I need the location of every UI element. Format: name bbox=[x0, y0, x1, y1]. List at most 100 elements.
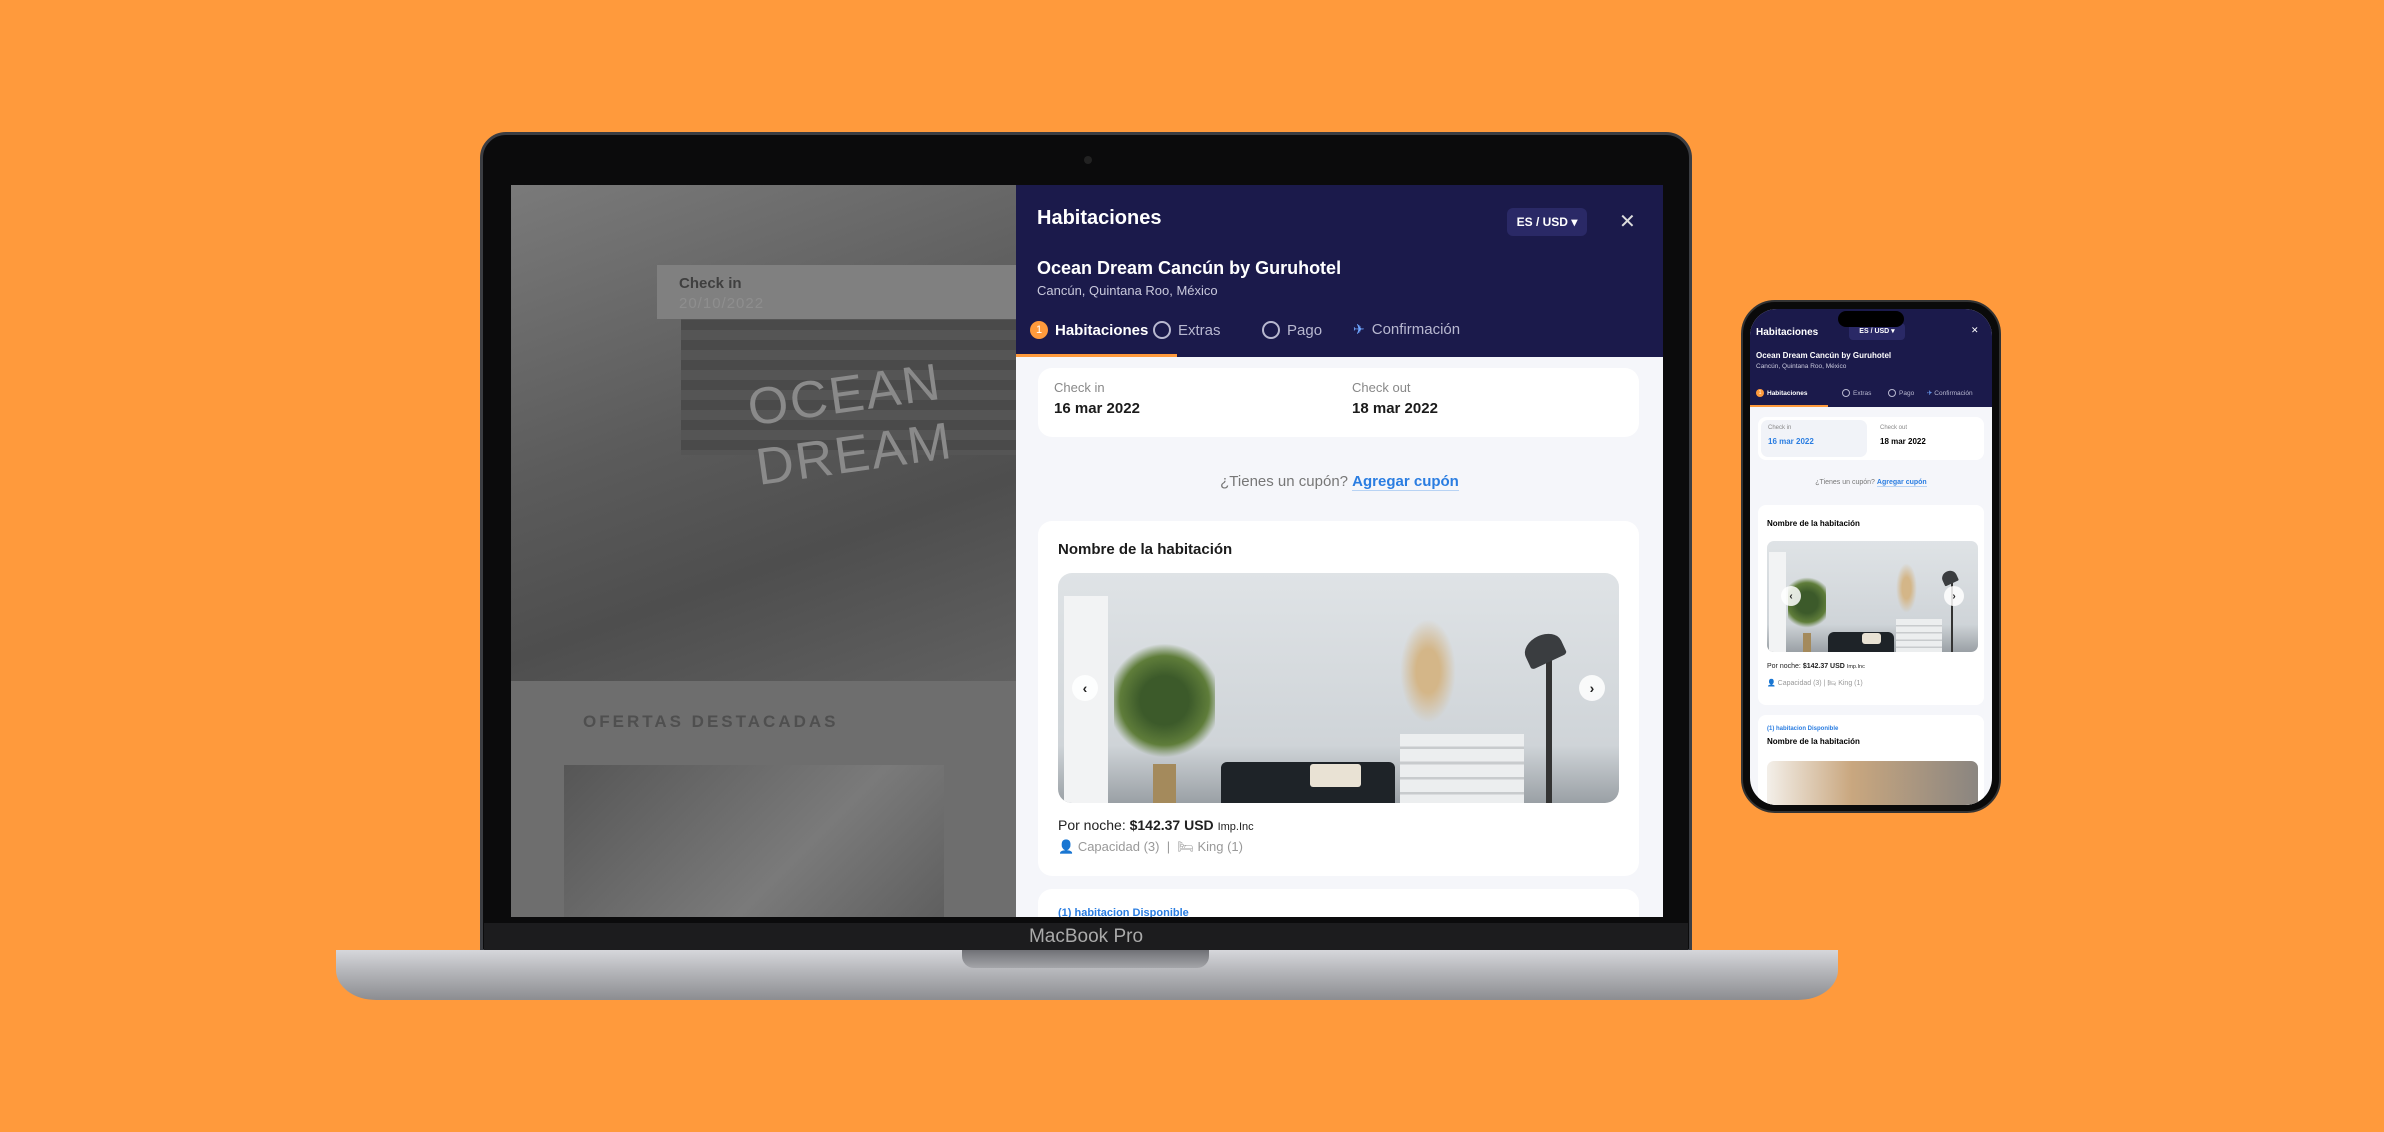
price-label: Por noche: bbox=[1767, 663, 1801, 670]
price-value: $142.37 USD bbox=[1802, 663, 1845, 670]
tab-label: Pago bbox=[1899, 389, 1915, 397]
room-image: ‹ › bbox=[1767, 541, 1978, 652]
offer-image bbox=[564, 765, 944, 917]
site-check-in-label: Check in bbox=[679, 275, 742, 292]
dates-card[interactable]: Check in 16 mar 2022 Check out 18 mar 20… bbox=[1038, 368, 1639, 437]
camera bbox=[1084, 156, 1092, 164]
circle-icon bbox=[1153, 321, 1171, 339]
room-price: Por noche: $142.37 USD Imp.Inc bbox=[1767, 663, 1865, 670]
room-image: ‹ › bbox=[1058, 573, 1619, 803]
room-meta: 👤 Capacidad (3) | 🛏 King (1) bbox=[1767, 680, 1863, 687]
hotel-location: Cancún, Quintana Roo, México bbox=[1037, 283, 1218, 298]
phone-hotel-name: Ocean Dream Cancún by Guruhotel bbox=[1756, 351, 1892, 360]
coupon-row: ¿Tienes un cupón? Agregar cupón bbox=[1016, 473, 1663, 491]
room-image bbox=[1767, 761, 1978, 805]
phone-dates-card[interactable]: Check in 16 mar 2022 Check out 18 mar 20… bbox=[1758, 417, 1984, 460]
tab-confirmacion[interactable]: ✈ Confirmación bbox=[1353, 321, 1460, 338]
check-out-label: Check out bbox=[1880, 425, 1908, 431]
phone-title: Habitaciones bbox=[1756, 327, 1819, 338]
availability: (1) habitacion Disponible bbox=[1058, 907, 1189, 917]
capacity: Capacidad (3) bbox=[1777, 680, 1822, 687]
tab-label: Pago bbox=[1287, 321, 1323, 339]
close-icon[interactable]: ✕ bbox=[1619, 209, 1636, 234]
step-number: 1 bbox=[1756, 389, 1764, 397]
bed-icon: 🛏 bbox=[1177, 839, 1194, 854]
tab-label: Confirmación bbox=[1934, 390, 1973, 397]
tab-label: Extras bbox=[1178, 321, 1221, 339]
tab-label: Confirmación bbox=[1371, 321, 1461, 338]
tab-habitaciones[interactable]: 1 Habitaciones bbox=[1756, 389, 1807, 397]
panel-header: Habitaciones ES / USD ▾ ✕ Ocean Dream Ca… bbox=[1016, 185, 1663, 357]
room-name: Nombre de la habitación bbox=[1767, 737, 1860, 746]
person-icon: 👤 bbox=[1058, 839, 1075, 854]
dynamic-island bbox=[1838, 311, 1904, 327]
caret-down-icon: ▾ bbox=[1571, 215, 1578, 229]
laptop-screen: OCEAN DREAM Check in 20/10/2022 OFERTAS … bbox=[511, 185, 1663, 917]
room-name: Nombre de la habitación bbox=[1767, 519, 1860, 528]
phone-room-card: (1) habitacion Disponible Nombre de la h… bbox=[1758, 715, 1984, 805]
circle-icon bbox=[1262, 321, 1280, 339]
active-tab-indicator bbox=[1016, 354, 1177, 357]
price-label: Por noche: bbox=[1058, 817, 1126, 833]
hotel-name: Ocean Dream Cancún by Guruhotel bbox=[1037, 258, 1342, 278]
tab-confirmacion[interactable]: ✈ Confirmación bbox=[1927, 389, 1973, 397]
room-name: Nombre de la habitación bbox=[1058, 541, 1233, 558]
phone-screen: Habitaciones ES / USD ▾ ✕ Ocean Dream Ca… bbox=[1750, 309, 1992, 805]
room-card: Nombre de la habitación ‹ › Por noche: $… bbox=[1038, 521, 1639, 876]
laptop-notch bbox=[962, 950, 1209, 968]
add-coupon-link[interactable]: Agregar cupón bbox=[1876, 479, 1927, 487]
chevron-right-icon[interactable]: › bbox=[1579, 675, 1605, 701]
language-currency-selector[interactable]: ES / USD ▾ bbox=[1507, 208, 1587, 236]
site-check-in-value: 20/10/2022 bbox=[679, 295, 765, 312]
close-icon[interactable]: ✕ bbox=[1971, 325, 1979, 336]
active-tab-indicator bbox=[1750, 405, 1828, 407]
room-card: (1) habitacion Disponible bbox=[1038, 889, 1639, 917]
panel-title: Habitaciones bbox=[1037, 207, 1162, 229]
language-currency-label: ES / USD bbox=[1516, 215, 1568, 229]
tab-pago[interactable]: Pago bbox=[1888, 389, 1914, 397]
plane-icon: ✈ bbox=[1927, 390, 1933, 397]
add-coupon-link[interactable]: Agregar cupón bbox=[1352, 473, 1459, 491]
tab-extras[interactable]: Extras bbox=[1842, 389, 1871, 397]
bed-type: King (1) bbox=[1838, 680, 1863, 687]
tax-note: Imp.Inc bbox=[1846, 664, 1865, 670]
price-value: $142.37 USD bbox=[1129, 817, 1214, 833]
tab-pago[interactable]: Pago bbox=[1262, 321, 1322, 339]
chevron-left-icon[interactable]: ‹ bbox=[1781, 586, 1801, 606]
bed-icon: 🛏 bbox=[1827, 680, 1837, 687]
laptop-label: MacBook Pro bbox=[484, 923, 1688, 951]
chevron-left-icon[interactable]: ‹ bbox=[1072, 675, 1098, 701]
tab-label: Habitaciones bbox=[1767, 389, 1808, 397]
capacity: Capacidad (3) bbox=[1077, 839, 1160, 854]
tab-extras[interactable]: Extras bbox=[1153, 321, 1221, 339]
room-meta: 👤 Capacidad (3) | 🛏 King (1) bbox=[1058, 839, 1243, 854]
booking-panel: Habitaciones ES / USD ▾ ✕ Ocean Dream Ca… bbox=[1016, 185, 1663, 917]
tab-label: Extras bbox=[1853, 389, 1872, 397]
background-website: OCEAN DREAM Check in 20/10/2022 OFERTAS … bbox=[511, 185, 1021, 917]
circle-icon bbox=[1842, 389, 1850, 397]
step-number: 1 bbox=[1030, 321, 1048, 339]
tax-note: Imp.Inc bbox=[1217, 821, 1254, 833]
availability: (1) habitacion Disponible bbox=[1767, 726, 1839, 732]
phone-coupon-row: ¿Tienes un cupón? Agregar cupón bbox=[1750, 479, 1992, 487]
tab-habitaciones[interactable]: 1 Habitaciones bbox=[1030, 321, 1148, 339]
check-out-value: 18 mar 2022 bbox=[1880, 437, 1926, 446]
plane-icon: ✈ bbox=[1353, 321, 1365, 337]
site-date-picker[interactable]: Check in 20/10/2022 bbox=[657, 265, 1017, 319]
person-icon: 👤 bbox=[1767, 680, 1776, 687]
check-in-value: 16 mar 2022 bbox=[1054, 400, 1140, 417]
check-out-value: 18 mar 2022 bbox=[1352, 400, 1438, 417]
check-in-value: 16 mar 2022 bbox=[1768, 437, 1814, 446]
check-in-label: Check in bbox=[1768, 425, 1792, 431]
room-price: Por noche: $142.37 USD Imp.Inc bbox=[1058, 817, 1254, 833]
language-currency-label: ES / USD bbox=[1859, 328, 1890, 335]
featured-heading: OFERTAS DESTACADAS bbox=[583, 712, 839, 731]
circle-icon bbox=[1888, 389, 1896, 397]
phone-room-card: Nombre de la habitación ‹ › Por noche: $… bbox=[1758, 505, 1984, 705]
check-out-label: Check out bbox=[1352, 380, 1411, 395]
coupon-question: ¿Tienes un cupón? bbox=[1815, 479, 1875, 486]
tab-label: Habitaciones bbox=[1055, 321, 1149, 339]
check-in-label: Check in bbox=[1054, 380, 1105, 395]
phone-location: Cancún, Quintana Roo, México bbox=[1756, 363, 1847, 370]
chevron-right-icon[interactable]: › bbox=[1944, 586, 1964, 606]
